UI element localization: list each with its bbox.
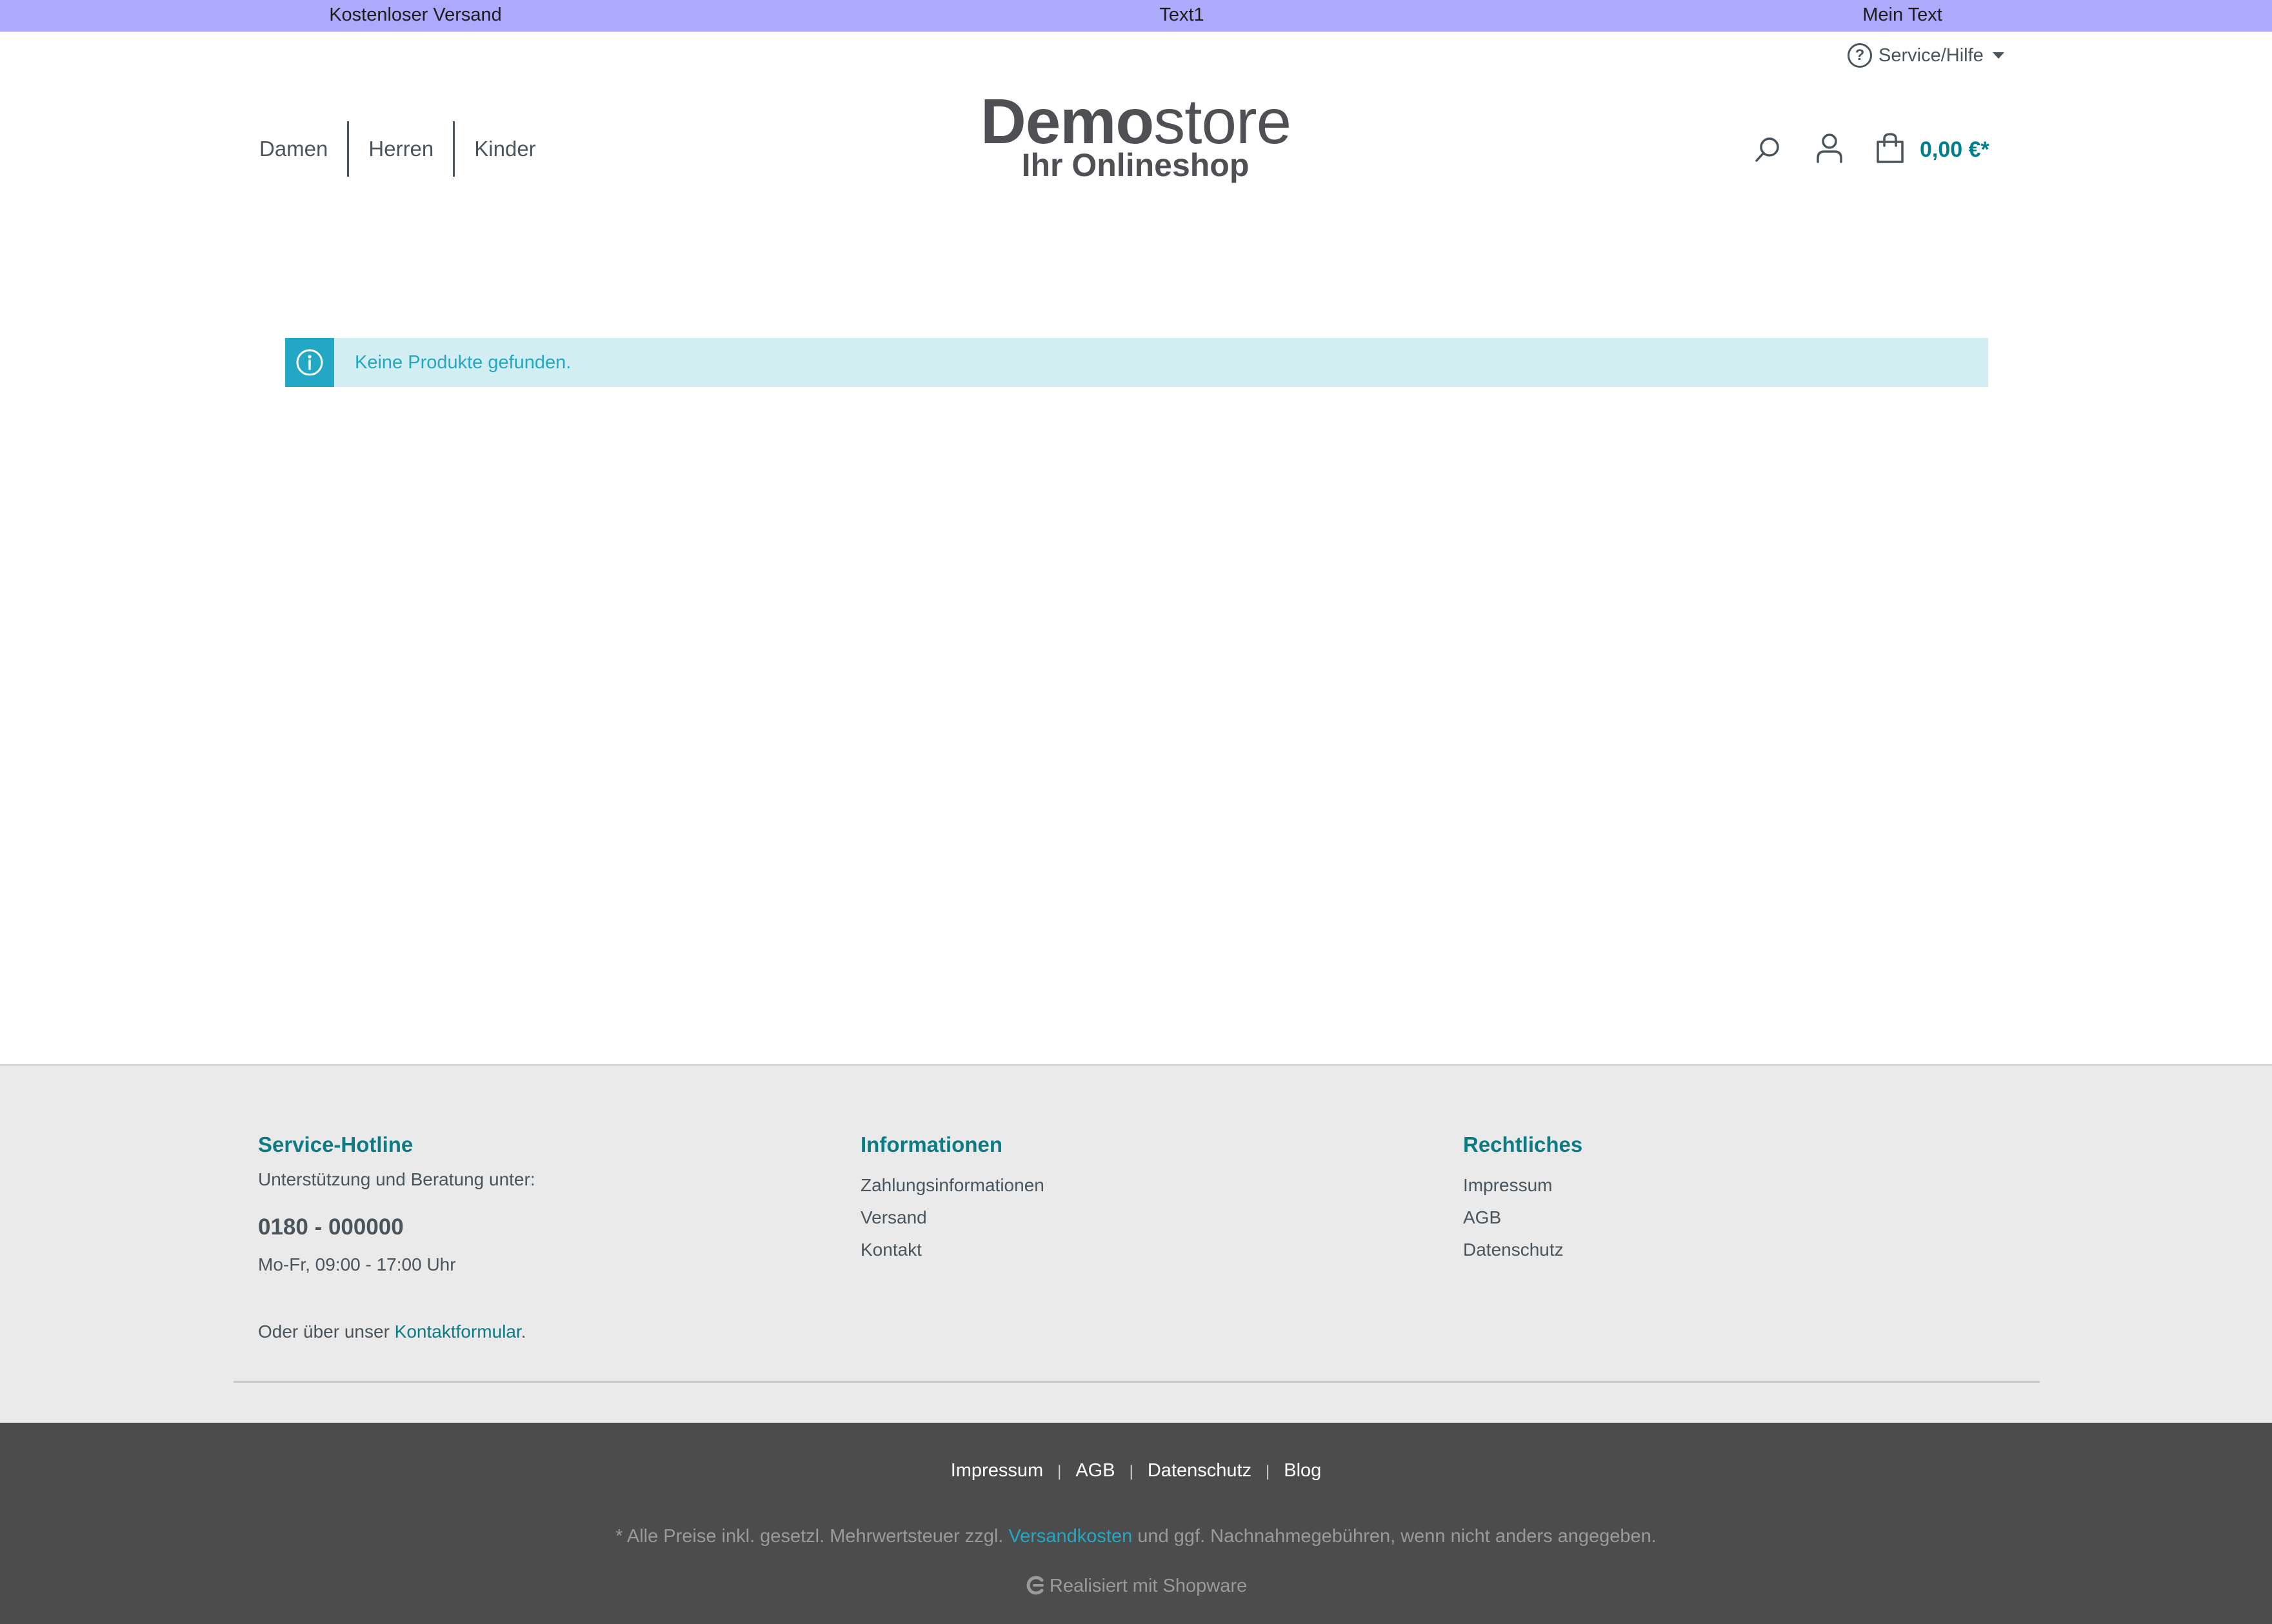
- link-separator: |: [1057, 1463, 1062, 1480]
- shopping-bag-icon: [1877, 133, 1904, 163]
- cart-button[interactable]: [1873, 132, 1907, 165]
- nav-item-kinder[interactable]: Kinder: [455, 121, 555, 177]
- info-icon: [296, 349, 323, 376]
- promo-bar: Kostenloser Versand Text1 Mein Text: [0, 0, 2272, 32]
- account-button[interactable]: [1813, 132, 1846, 165]
- footer-service-title: Service-Hotline: [258, 1133, 414, 1156]
- footer-info-title: Informationen: [861, 1133, 1002, 1156]
- footer-link-impressum[interactable]: Impressum: [1463, 1169, 1582, 1202]
- question-circle-icon: ?: [1848, 43, 1872, 68]
- shipping-costs-link[interactable]: Versandkosten: [1008, 1526, 1132, 1547]
- footer-column-legal: Rechtliches Impressum AGB Datenschutz: [1463, 1131, 1582, 1266]
- footer-bottom-links: Impressum | AGB | Datenschutz | Blog: [0, 1460, 2272, 1481]
- main-navigation: Damen Herren Kinder: [258, 121, 555, 177]
- service-help-label: Service/Hilfe: [1878, 45, 1984, 66]
- footer-divider: [234, 1381, 2040, 1383]
- footer-contact-line: Oder über unser Kontaktformular.: [258, 1322, 526, 1342]
- search-button[interactable]: [1751, 133, 1784, 166]
- nav-item-herren[interactable]: Herren: [349, 121, 453, 177]
- footer-service-hours: Mo-Fr, 09:00 - 17:00 Uhr: [258, 1254, 456, 1274]
- footer-legal-title: Rechtliches: [1463, 1133, 1583, 1156]
- link-separator: |: [1129, 1463, 1133, 1480]
- footer-column-info: Informationen Zahlungsinformationen Vers…: [861, 1131, 1044, 1266]
- footer-link-kontakt[interactable]: Kontakt: [861, 1234, 1044, 1266]
- promo-text-left: Kostenloser Versand: [329, 5, 502, 25]
- footer: Service-Hotline Unterstützung und Beratu…: [0, 1064, 2272, 1423]
- cart-total[interactable]: 0,00 €*: [1920, 134, 1989, 165]
- caret-down-icon: [1992, 52, 2004, 59]
- user-icon: [1817, 134, 1842, 163]
- vat-notice: * Alle Preise inkl. gesetzl. Mehrwertste…: [615, 1526, 1657, 1547]
- footer-link-zahlungsinformationen[interactable]: Zahlungsinformationen: [861, 1169, 1044, 1202]
- store-logo[interactable]: Demostore Ihr Onlineshop: [981, 86, 1291, 183]
- footer-column-service: Service-Hotline Unterstützung und Beratu…: [258, 1131, 535, 1342]
- nav-item-damen[interactable]: Damen: [258, 121, 347, 177]
- bottom-link-blog[interactable]: Blog: [1284, 1460, 1321, 1481]
- promo-text-right: Mein Text: [1862, 5, 1942, 25]
- contact-form-link[interactable]: Kontaktformular: [395, 1322, 521, 1342]
- link-separator: |: [1266, 1463, 1270, 1480]
- logo-tagline: Ihr Onlineshop: [1021, 147, 1250, 183]
- bottom-link-datenschutz[interactable]: Datenschutz: [1148, 1460, 1251, 1481]
- made-with-shopware[interactable]: Realisiert mit Shopware: [0, 1575, 2272, 1597]
- footer-bottom: Impressum | AGB | Datenschutz | Blog * Alle Pr…: [0, 1423, 2272, 1624]
- promo-text-center: Text1: [1159, 5, 1204, 25]
- shopware-icon: [1026, 1576, 1044, 1595]
- footer-link-agb[interactable]: AGB: [1463, 1202, 1582, 1234]
- footer-hotline-number[interactable]: 0180 - 000000: [258, 1214, 535, 1240]
- footer-link-versand[interactable]: Versand: [861, 1202, 1044, 1234]
- alert-message: Keine Produkte gefunden.: [355, 352, 572, 373]
- alert-icon-tab: [285, 338, 334, 387]
- no-products-alert: Keine Produkte gefunden.: [285, 338, 1988, 387]
- footer-link-datenschutz[interactable]: Datenschutz: [1463, 1234, 1582, 1266]
- logo-wordmark: Demostore: [981, 86, 1291, 157]
- search-icon: [1755, 137, 1779, 162]
- bottom-link-agb[interactable]: AGB: [1075, 1460, 1115, 1481]
- service-help-dropdown[interactable]: ? Service/Hilfe: [1848, 40, 2004, 71]
- footer-service-intro: Unterstützung und Beratung unter:: [258, 1169, 535, 1189]
- bottom-link-impressum[interactable]: Impressum: [951, 1460, 1043, 1481]
